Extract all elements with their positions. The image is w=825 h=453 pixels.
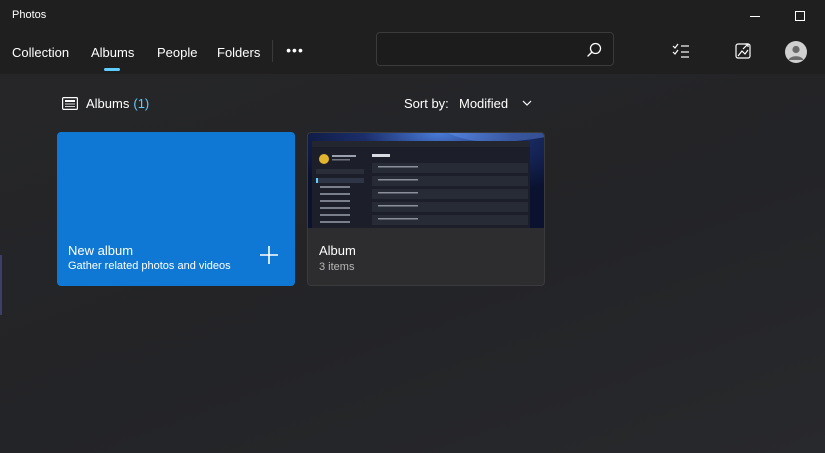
tab-folders[interactable]: Folders — [217, 45, 260, 60]
maximize-icon — [795, 11, 805, 21]
selected-tab-indicator — [104, 68, 120, 71]
maximize-button[interactable] — [777, 0, 823, 32]
album-card[interactable]: Album 3 items — [307, 132, 545, 286]
select-button[interactable] — [670, 40, 692, 62]
nav-divider — [272, 40, 273, 62]
title-bar: Photos — [0, 0, 825, 32]
left-edge-accent — [0, 255, 2, 315]
new-album-card[interactable]: New album Gather related photos and vide… — [57, 132, 295, 286]
plus-icon — [260, 246, 278, 264]
select-icon — [672, 43, 689, 58]
new-album-subtitle: Gather related photos and videos — [68, 260, 231, 272]
albums-heading-label: Albums — [86, 95, 130, 111]
sort-by-label: Sort by: — [404, 96, 449, 111]
tab-collection[interactable]: Collection — [12, 45, 69, 60]
album-title: Album — [319, 243, 356, 258]
new-album-title: New album — [68, 243, 134, 258]
search-box[interactable] — [376, 32, 614, 66]
search-input[interactable] — [385, 39, 579, 61]
albums-count: (1) — [133, 95, 150, 111]
album-item-count: 3 items — [319, 261, 355, 273]
more-options-button[interactable]: ••• — [282, 42, 308, 62]
minimize-icon — [750, 15, 760, 17]
import-icon — [735, 43, 751, 59]
app-title: Photos — [12, 9, 47, 21]
minimize-button[interactable] — [732, 0, 778, 32]
import-button[interactable] — [732, 40, 754, 62]
albums-icon — [62, 96, 78, 110]
tab-people[interactable]: People — [157, 45, 197, 60]
sort-by-dropdown[interactable]: Modified — [459, 96, 508, 111]
albums-heading: Albums (1) — [62, 94, 149, 112]
tab-albums[interactable]: Albums — [91, 45, 134, 60]
album-thumbnail-image — [308, 133, 544, 228]
person-icon — [788, 45, 804, 60]
chevron-down-icon[interactable] — [521, 97, 533, 109]
search-icon[interactable] — [585, 41, 603, 59]
album-thumbnail — [308, 133, 544, 228]
account-avatar[interactable] — [785, 41, 807, 63]
